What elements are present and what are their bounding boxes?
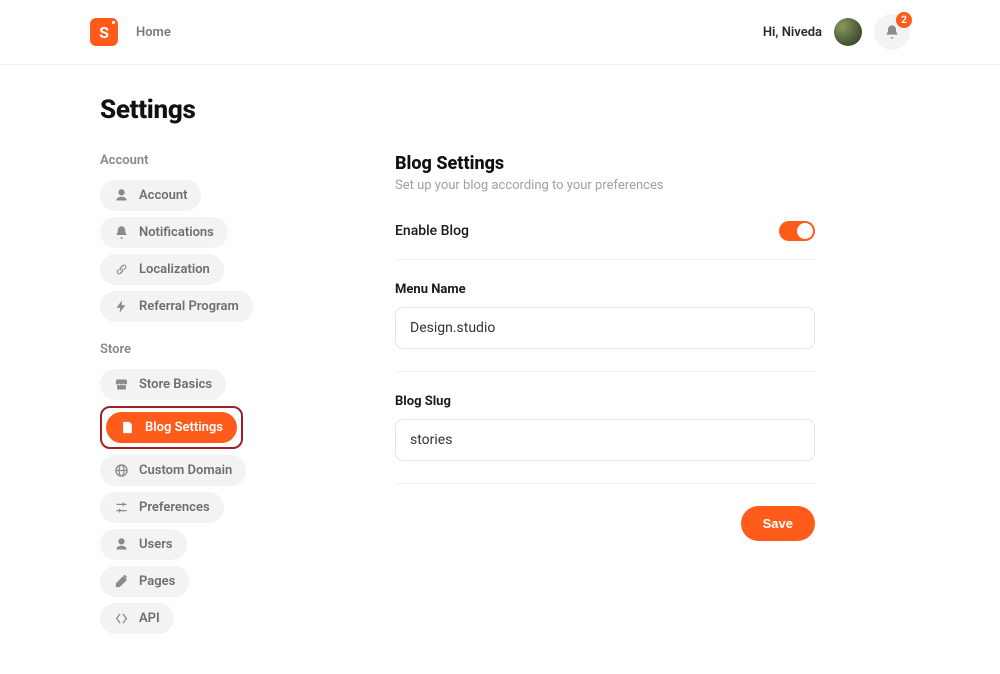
sidebar-item-users[interactable]: Users bbox=[100, 529, 187, 560]
sidebar-section-account: Account Notifications Localization Refer… bbox=[100, 180, 325, 322]
sidebar-item-localization[interactable]: Localization bbox=[100, 254, 224, 285]
page-title: Settings bbox=[100, 95, 325, 125]
blog-slug-input[interactable] bbox=[395, 419, 815, 461]
sidebar-item-label: API bbox=[139, 611, 160, 626]
sidebar-item-label: Users bbox=[139, 537, 173, 552]
notification-badge: 2 bbox=[896, 12, 912, 28]
sidebar-section-account-label: Account bbox=[100, 153, 325, 168]
sidebar-item-blog-settings-highlight: Blog Settings bbox=[100, 406, 243, 449]
content: Blog Settings Set up your blog according… bbox=[395, 95, 815, 634]
sidebar-item-label: Notifications bbox=[139, 225, 214, 240]
document-icon bbox=[120, 420, 135, 435]
sidebar-item-store-basics[interactable]: Store Basics bbox=[100, 369, 226, 400]
sidebar-item-account[interactable]: Account bbox=[100, 180, 201, 211]
nav-home[interactable]: Home bbox=[136, 25, 171, 40]
enable-blog-row: Enable Blog bbox=[395, 221, 815, 260]
avatar[interactable] bbox=[834, 18, 862, 46]
code-icon bbox=[114, 611, 129, 626]
topbar-left: S Home bbox=[90, 18, 171, 46]
page-body: Settings Account Account Notifications L… bbox=[0, 65, 1000, 674]
menu-name-label: Menu Name bbox=[395, 282, 815, 297]
user-icon bbox=[114, 188, 129, 203]
notifications-button[interactable]: 2 bbox=[874, 14, 910, 50]
globe-icon bbox=[114, 463, 129, 478]
sidebar-item-pages[interactable]: Pages bbox=[100, 566, 189, 597]
sidebar-item-label: Pages bbox=[139, 574, 175, 589]
bell-icon bbox=[884, 24, 900, 40]
menu-name-input[interactable] bbox=[395, 307, 815, 349]
sidebar-item-label: Store Basics bbox=[139, 377, 212, 392]
sidebar-item-notifications[interactable]: Notifications bbox=[100, 217, 228, 248]
logo[interactable]: S bbox=[90, 18, 118, 46]
content-title: Blog Settings bbox=[395, 153, 815, 174]
link-icon bbox=[114, 262, 129, 277]
blog-slug-group: Blog Slug bbox=[395, 394, 815, 484]
actions-row: Save bbox=[395, 506, 815, 541]
bell-icon bbox=[114, 225, 129, 240]
menu-name-group: Menu Name bbox=[395, 282, 815, 372]
sidebar-section-store: Store Basics Blog Settings Custom Domain… bbox=[100, 369, 325, 634]
enable-blog-toggle[interactable] bbox=[779, 221, 815, 241]
sidebar-item-custom-domain[interactable]: Custom Domain bbox=[100, 455, 246, 486]
sidebar-item-blog-settings[interactable]: Blog Settings bbox=[106, 412, 237, 443]
user-icon bbox=[114, 537, 129, 552]
sidebar-item-label: Referral Program bbox=[139, 299, 239, 314]
pencil-icon bbox=[114, 574, 129, 589]
enable-blog-label: Enable Blog bbox=[395, 223, 469, 239]
sidebar-item-label: Blog Settings bbox=[145, 420, 223, 435]
sidebar-item-label: Localization bbox=[139, 262, 210, 277]
sidebar-item-label: Account bbox=[139, 188, 187, 203]
blog-slug-label: Blog Slug bbox=[395, 394, 815, 409]
sidebar-item-label: Custom Domain bbox=[139, 463, 232, 478]
sidebar-item-api[interactable]: API bbox=[100, 603, 174, 634]
save-button[interactable]: Save bbox=[741, 506, 815, 541]
sidebar-item-label: Preferences bbox=[139, 500, 210, 515]
sidebar-item-preferences[interactable]: Preferences bbox=[100, 492, 224, 523]
sidebar: Settings Account Account Notifications L… bbox=[100, 95, 325, 634]
topbar: S Home Hi, Niveda 2 bbox=[0, 0, 1000, 65]
topbar-right: Hi, Niveda 2 bbox=[763, 14, 910, 50]
greeting: Hi, Niveda bbox=[763, 25, 822, 40]
sidebar-item-referral[interactable]: Referral Program bbox=[100, 291, 253, 322]
bolt-icon bbox=[114, 299, 129, 314]
sidebar-section-store-label: Store bbox=[100, 342, 325, 357]
sliders-icon bbox=[114, 500, 129, 515]
content-subtitle: Set up your blog according to your prefe… bbox=[395, 178, 815, 193]
store-icon bbox=[114, 377, 129, 392]
